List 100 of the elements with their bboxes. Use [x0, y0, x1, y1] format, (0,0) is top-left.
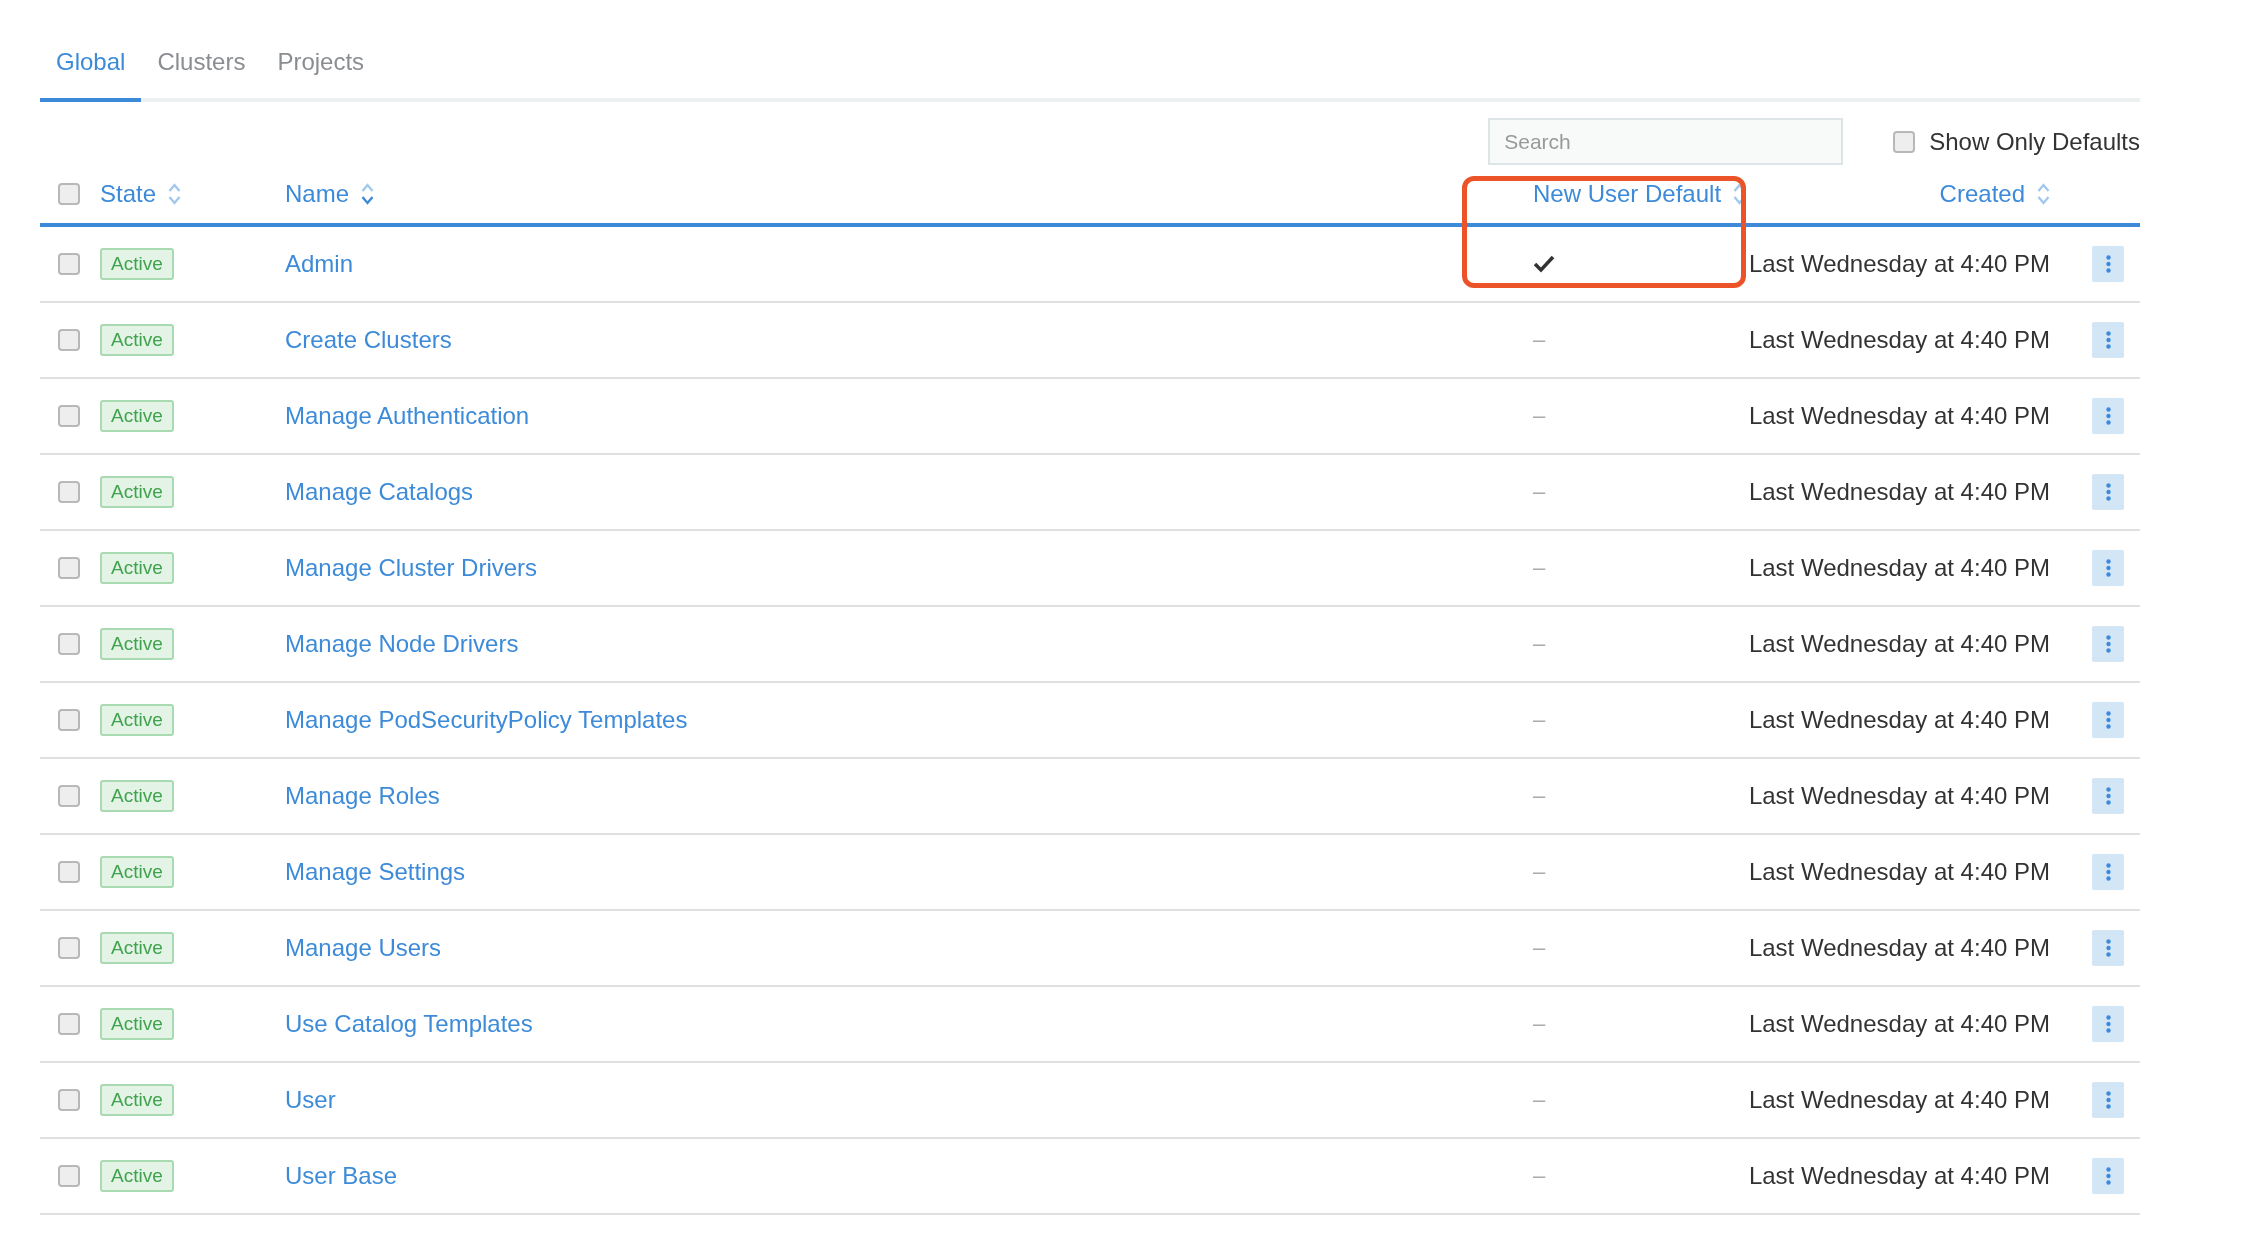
row-checkbox[interactable]: [58, 329, 80, 351]
role-name-link[interactable]: User: [285, 1086, 336, 1114]
role-name-link[interactable]: Manage Users: [285, 934, 442, 962]
kebab-icon: [2105, 255, 2111, 273]
more-actions-button[interactable]: [2092, 322, 2124, 358]
status-badge: Active: [100, 552, 174, 584]
row-checkbox[interactable]: [58, 1013, 80, 1035]
kebab-icon: [2105, 939, 2111, 957]
row-checkbox[interactable]: [58, 481, 80, 503]
more-actions-button[interactable]: [2092, 1082, 2124, 1118]
kebab-icon: [2105, 1015, 2111, 1033]
row-checkbox[interactable]: [58, 709, 80, 731]
role-name-link[interactable]: Manage Roles: [285, 782, 440, 810]
column-header[interactable]: Name: [285, 180, 375, 208]
checkbox[interactable]: [1893, 130, 1916, 153]
row-checkbox[interactable]: [58, 861, 80, 883]
role-name-link[interactable]: Manage Cluster Drivers: [285, 554, 538, 582]
kebab-icon: [2105, 407, 2111, 425]
row-checkbox[interactable]: [58, 253, 80, 275]
row-checkbox[interactable]: [58, 405, 80, 427]
more-actions-button[interactable]: [2092, 778, 2124, 814]
more-actions-button[interactable]: [2092, 930, 2124, 966]
more-actions-button[interactable]: [2092, 398, 2124, 434]
status-badge: Active: [100, 324, 174, 356]
status-badge: Active: [100, 704, 174, 736]
role-name-link[interactable]: Manage PodSecurityPolicy Templates: [285, 706, 688, 734]
empty-value: –: [1533, 1011, 1546, 1037]
more-actions-button[interactable]: [2092, 1158, 2124, 1194]
tab[interactable]: Projects: [261, 48, 381, 102]
role-name-link[interactable]: Manage Settings: [285, 858, 466, 886]
kebab-icon: [2105, 711, 2111, 729]
column-header[interactable]: Created: [1939, 180, 2050, 208]
kebab-icon: [2105, 331, 2111, 349]
status-badge: Active: [100, 1084, 174, 1116]
status-badge: Active: [100, 248, 174, 280]
empty-value: –: [1533, 479, 1546, 505]
created-time: Last Wednesday at 4:40 PM: [1748, 934, 2050, 962]
empty-value: –: [1533, 859, 1546, 885]
status-badge: Active: [100, 780, 174, 812]
kebab-icon: [2105, 863, 2111, 881]
empty-value: –: [1533, 403, 1546, 429]
status-badge: Active: [100, 1008, 174, 1040]
more-actions-button[interactable]: [2092, 854, 2124, 890]
search-field[interactable]: Search: [1488, 118, 1844, 165]
created-time: Last Wednesday at 4:40 PM: [1748, 326, 2050, 354]
tab[interactable]: Clusters: [141, 48, 262, 102]
status-badge: Active: [100, 476, 174, 508]
created-time: Last Wednesday at 4:40 PM: [1748, 478, 2050, 506]
empty-value: –: [1533, 555, 1546, 581]
created-time: Last Wednesday at 4:40 PM: [1748, 630, 2050, 658]
column-header[interactable]: State: [100, 180, 182, 208]
row-checkbox[interactable]: [58, 557, 80, 579]
more-actions-button[interactable]: [2092, 702, 2124, 738]
created-time: Last Wednesday at 4:40 PM: [1748, 1086, 2050, 1114]
created-time: Last Wednesday at 4:40 PM: [1748, 554, 2050, 582]
select-all-checkbox[interactable]: [58, 183, 80, 205]
role-name-link[interactable]: Admin: [285, 250, 354, 278]
more-actions-button[interactable]: [2092, 550, 2124, 586]
role-name-link[interactable]: Manage Catalogs: [285, 478, 474, 506]
kebab-icon: [2105, 787, 2111, 805]
row-checkbox[interactable]: [58, 937, 80, 959]
status-badge: Active: [100, 628, 174, 660]
created-time: Last Wednesday at 4:40 PM: [1748, 858, 2050, 886]
created-time: Last Wednesday at 4:40 PM: [1748, 1162, 2050, 1190]
kebab-icon: [2105, 1091, 2111, 1109]
more-actions-button[interactable]: [2092, 626, 2124, 662]
role-name-link[interactable]: User Base: [285, 1162, 398, 1190]
column-header[interactable]: New User Default: [1533, 180, 1747, 208]
more-actions-button[interactable]: [2092, 474, 2124, 510]
empty-value: –: [1533, 783, 1546, 809]
kebab-icon: [2105, 635, 2111, 653]
empty-value: –: [1533, 935, 1546, 961]
kebab-icon: [2105, 483, 2111, 501]
created-time: Last Wednesday at 4:40 PM: [1748, 706, 2050, 734]
kebab-icon: [2105, 559, 2111, 577]
role-name-link[interactable]: Manage Node Drivers: [285, 630, 519, 658]
tab[interactable]: Global: [40, 48, 142, 102]
row-checkbox[interactable]: [58, 633, 80, 655]
status-badge: Active: [100, 400, 174, 432]
role-name-link[interactable]: Use Catalog Templates: [285, 1010, 533, 1038]
created-time: Last Wednesday at 4:40 PM: [1748, 782, 2050, 810]
row-checkbox[interactable]: [58, 1089, 80, 1111]
row-checkbox[interactable]: [58, 785, 80, 807]
status-badge: Active: [100, 1160, 174, 1192]
created-time: Last Wednesday at 4:40 PM: [1748, 402, 2050, 430]
role-name-link[interactable]: Create Clusters: [285, 326, 452, 354]
empty-value: –: [1533, 327, 1546, 353]
role-name-link[interactable]: Manage Authentication: [285, 402, 530, 430]
more-actions-button[interactable]: [2092, 1006, 2124, 1042]
kebab-icon: [2105, 1167, 2111, 1185]
empty-value: –: [1533, 1163, 1546, 1189]
row-checkbox[interactable]: [58, 1165, 80, 1187]
status-badge: Active: [100, 856, 174, 888]
empty-value: –: [1533, 1087, 1546, 1113]
created-time: Last Wednesday at 4:40 PM: [1748, 250, 2050, 278]
status-badge: Active: [100, 932, 174, 964]
created-time: Last Wednesday at 4:40 PM: [1748, 1010, 2050, 1038]
empty-value: –: [1533, 631, 1546, 657]
empty-value: –: [1533, 707, 1546, 733]
more-actions-button[interactable]: [2092, 246, 2124, 282]
